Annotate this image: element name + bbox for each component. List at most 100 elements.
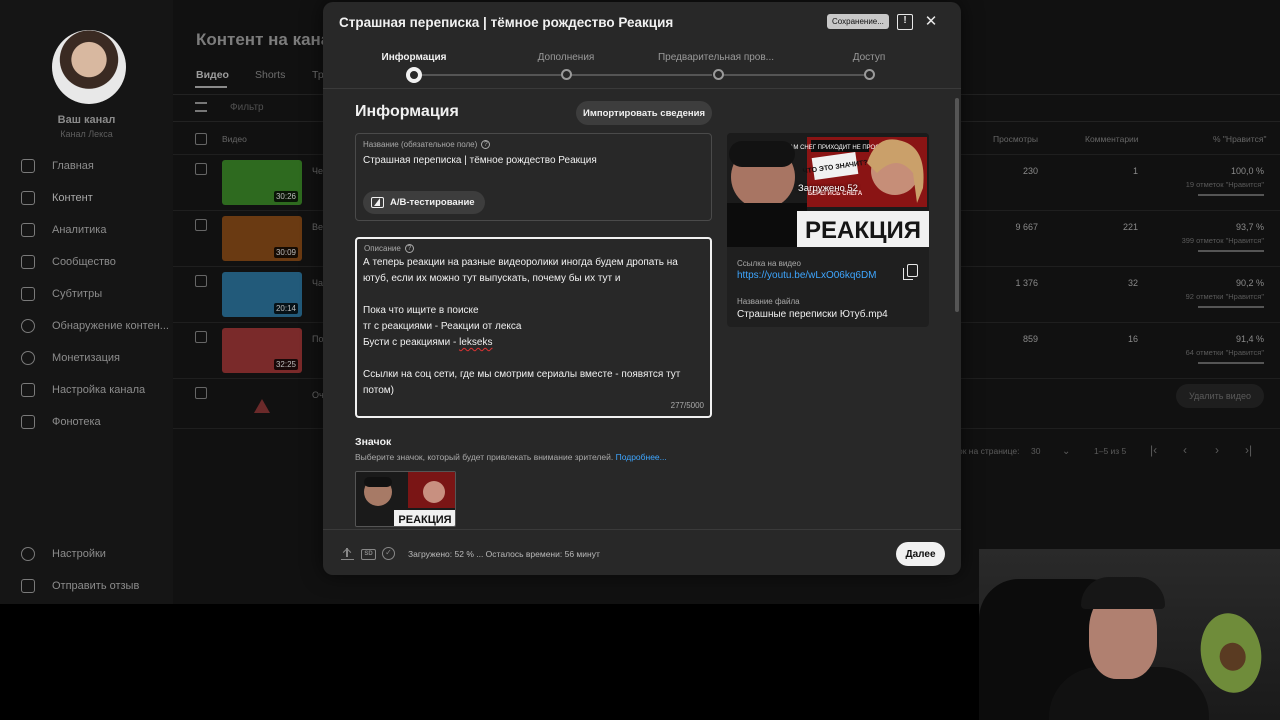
scrollbar[interactable] [955,98,959,312]
video-link[interactable]: https://youtu.be/wLxO06kq6DM [737,270,877,281]
step-dot[interactable] [864,69,875,80]
comments-count: 16 [1127,334,1138,344]
video-title[interactable]: Оч [312,390,324,400]
step-checks[interactable]: Предварительная пров... [651,52,781,63]
stepper-line [723,74,864,76]
title-field-label: Название (обязательное поле) [363,140,478,149]
duration-badge: 20:14 [273,303,298,314]
sidebar-item-settings[interactable]: Настройки [0,538,173,570]
tab-shorts[interactable]: Shorts [255,69,285,81]
comments-count: 1 [1132,166,1138,176]
column-header-views[interactable]: Просмотры [993,134,1038,144]
sidebar-item-dashboard[interactable]: Главная [0,150,173,182]
channel-title: Ваш канал [57,114,116,126]
filter-input[interactable]: Фильтр [230,102,264,113]
row-checkbox[interactable] [195,331,207,343]
step-dot[interactable] [561,69,572,80]
row-checkbox[interactable] [195,275,207,287]
video-title[interactable]: По [312,334,323,344]
avocado-plush [1194,608,1268,698]
video-thumbnail[interactable]: 30:09 [222,216,302,261]
thumbnail-option[interactable]: РЕАКЦИЯ [355,471,456,527]
channel-avatar[interactable] [52,30,126,104]
file-name: Страшные переписки Ютуб.mp4 [737,309,888,320]
analytics-icon [21,223,35,237]
likes-percent: 90,2 % [1235,278,1264,288]
likes-percent: 93,7 % [1235,222,1264,232]
sidebar-item-label: Отправить отзыв [52,580,140,592]
title-field[interactable]: Название (обязательное поле) ? Страшная … [355,133,712,221]
sidebar-item-customization[interactable]: Настройка канала [0,374,173,406]
boosty-link: lekseks [459,337,493,348]
thumbnail-description: Выберите значок, который будет привлекат… [355,452,667,462]
sidebar-item-monetization[interactable]: Монетизация [0,342,173,374]
likes-count: 64 отметки "Нравится" [1185,348,1264,357]
page-range: 1–5 из 5 [1094,446,1127,456]
title-input[interactable]: Страшная переписка | тёмное рождество Ре… [363,155,597,166]
sidebar-item-subtitles[interactable]: Субтитры [0,278,173,310]
sidebar-item-community[interactable]: Сообщество [0,246,173,278]
likes-bar [1198,306,1264,308]
row-checkbox[interactable] [195,387,207,399]
sidebar-item-label: Обнаружение контен... [52,320,169,332]
chevron-down-icon[interactable]: ⌄ [1062,446,1070,457]
prev-page-icon[interactable]: ‹ [1183,443,1187,457]
step-dot-active[interactable] [406,67,422,83]
help-icon[interactable]: ? [404,244,414,253]
row-checkbox[interactable] [195,163,207,175]
help-icon[interactable]: ? [481,140,491,149]
next-button[interactable]: Далее [896,542,945,566]
delete-video-button[interactable]: Удалить видео [1176,384,1264,408]
step-elements[interactable]: Дополнения [501,52,631,63]
sd-icon: SD [361,549,376,560]
video-thumbnail[interactable]: 20:14 [222,272,302,317]
filter-icon[interactable] [195,102,207,112]
thumbnail-heading: Значок [355,436,392,448]
last-page-icon[interactable]: ›| [1245,443,1252,457]
next-page-icon[interactable]: › [1215,443,1219,457]
video-thumbnail[interactable]: 32:25 [222,328,302,373]
character-counter: 277/5000 [670,401,704,410]
step-dot[interactable] [713,69,724,80]
sidebar-item-label: Монетизация [52,352,120,364]
sidebar-item-label: Субтитры [52,288,103,300]
sidebar-item-feedback[interactable]: Отправить отзыв [0,570,173,602]
video-preview[interactable]: К НАМ СНЕГ ПРИХОДИТ НЕ ПРОСТО ТАК ЧТО ЭТ… [727,133,929,247]
step-details[interactable]: Информация [349,52,479,63]
step-visibility[interactable]: Доступ [804,52,934,63]
description-field[interactable]: Описание ? А теперь реакции на разные ви… [355,237,712,418]
feedback-icon[interactable]: ! [897,14,913,30]
first-page-icon[interactable]: |‹ [1150,443,1157,457]
sidebar-item-content[interactable]: Контент [0,182,173,214]
section-title: Информация [355,103,459,120]
views-count: 1 376 [1015,278,1038,288]
subtitles-icon [21,287,35,301]
rows-per-page-select[interactable]: 30 [1031,446,1040,456]
tab-live[interactable]: Тр [312,69,324,81]
sidebar-item-audio-library[interactable]: Фонотека [0,406,173,438]
row-checkbox[interactable] [195,219,207,231]
ab-testing-label: A/B-тестирование [390,197,475,208]
learn-more-link[interactable]: Подробнее... [616,452,667,462]
close-icon[interactable]: ✕ [923,14,939,30]
import-details-button[interactable]: Импортировать сведения [576,101,712,125]
video-title[interactable]: Ве [312,222,323,232]
views-count: 230 [1022,166,1038,176]
description-textarea[interactable]: А теперь реакции на разные видеоролики и… [363,255,703,399]
webcam-overlay [979,549,1280,720]
select-all-checkbox[interactable] [195,133,207,145]
ab-testing-button[interactable]: A/B-тестирование [363,191,485,214]
tab-videos[interactable]: Видео [196,69,229,81]
thumbnail-image: РЕАКЦИЯ [356,472,455,526]
video-thumbnail[interactable]: 30:26 [222,160,302,205]
description-line: Пока что ищите в поиске [363,305,479,316]
sidebar-item-analytics[interactable]: Аналитика [0,214,173,246]
video-title[interactable]: Ча [312,278,323,288]
video-title[interactable]: Че [312,166,323,176]
column-header-likes[interactable]: % "Нравится" [1213,134,1266,144]
tab-underline [195,86,227,88]
copy-icon[interactable] [903,264,918,280]
sidebar-item-label: Сообщество [52,256,116,268]
column-header-comments[interactable]: Комментарии [1085,134,1139,144]
sidebar-item-copyright[interactable]: Обнаружение контен... [0,310,173,342]
